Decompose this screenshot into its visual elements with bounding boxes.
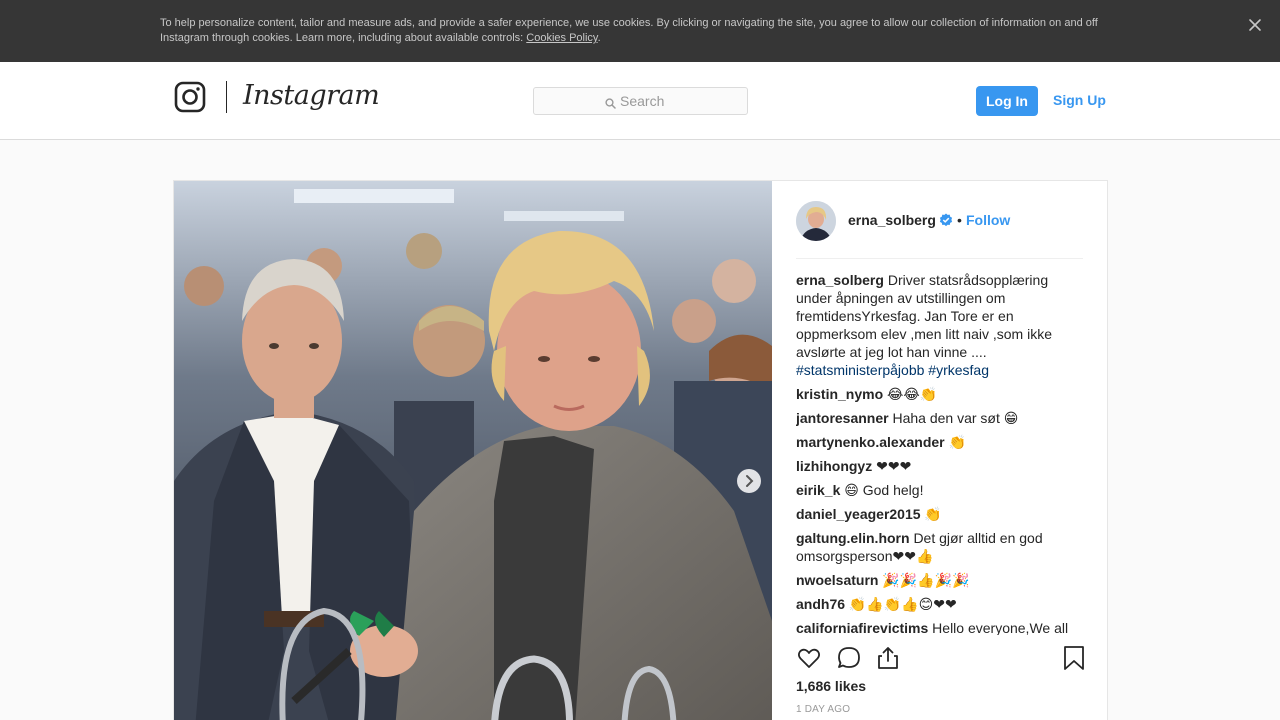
close-icon[interactable]	[1246, 16, 1264, 34]
cookie-banner: To help personalize content, tailor and …	[0, 0, 1280, 62]
caption: erna_solberg Driver statsrådsopplæring u…	[796, 271, 1083, 379]
comment-username[interactable]: californiafirevictims	[796, 620, 928, 635]
likes-count[interactable]: 1,686 likes	[796, 678, 866, 694]
comment-username[interactable]: jantoresanner	[796, 410, 889, 426]
next-photo-button[interactable]	[737, 469, 761, 493]
instagram-wordmark[interactable]: Instagram	[243, 80, 380, 111]
search-input[interactable]	[620, 92, 740, 110]
comment-item: nwoelsaturn 🎉🎉👍🎉🎉	[796, 571, 1083, 589]
comment-username[interactable]: kristin_nymo	[796, 386, 883, 402]
caption-username[interactable]: erna_solberg	[796, 272, 884, 288]
comment-username[interactable]: galtung.elin.horn	[796, 530, 910, 546]
comment-username[interactable]: martynenko.alexander	[796, 434, 945, 450]
follow-button[interactable]: Follow	[966, 212, 1010, 228]
cookie-suffix: .	[597, 32, 601, 44]
comment-username[interactable]: lizhihongyz	[796, 458, 872, 474]
search-icon	[605, 96, 616, 109]
search-box[interactable]	[533, 87, 748, 115]
cookie-text: To help personalize content, tailor and …	[160, 16, 1110, 46]
comment-username[interactable]: andh76	[796, 596, 845, 612]
avatar[interactable]	[796, 201, 836, 241]
bookmark-icon[interactable]	[1061, 645, 1087, 671]
comment-text: 👏	[924, 506, 942, 522]
verified-badge-icon	[939, 213, 953, 227]
comment-text: 😂😂👏	[887, 386, 938, 402]
hashtag[interactable]: #yrkesfag	[928, 362, 989, 378]
top-nav: Instagram Log In Sign Up	[0, 62, 1280, 140]
comment-item: jantoresanner Haha den var søt 😁	[796, 409, 1083, 427]
post-card: erna_solberg • Follow erna_solberg Drive…	[173, 180, 1108, 720]
sign-up-link[interactable]: Sign Up	[1053, 92, 1106, 108]
comment-item: lizhihongyz ❤❤❤	[796, 457, 1083, 475]
comment-username[interactable]: daniel_yeager2015	[796, 506, 921, 522]
comment-item: californiafirevictims Hello everyone,We …	[796, 619, 1083, 635]
cookie-message: To help personalize content, tailor and …	[160, 17, 1098, 44]
cookies-policy-link[interactable]: Cookies Policy	[526, 32, 597, 44]
comment-username[interactable]: nwoelsaturn	[796, 572, 878, 588]
comment-text: 👏	[948, 434, 966, 450]
comment-username[interactable]: eirik_k	[796, 482, 840, 498]
comments-list[interactable]: erna_solberg Driver statsrådsopplæring u…	[796, 271, 1083, 635]
logo-divider	[226, 81, 227, 113]
comment-icon[interactable]	[836, 645, 862, 671]
comment-item: galtung.elin.horn Det gjør alltid en god…	[796, 529, 1083, 565]
heart-icon[interactable]	[796, 645, 822, 671]
post-photo[interactable]	[174, 181, 772, 720]
post-timestamp[interactable]: 1 DAY AGO	[796, 704, 850, 715]
comment-item: eirik_k 😄 God helg!	[796, 481, 1083, 499]
share-icon[interactable]	[875, 645, 901, 671]
post-username[interactable]: erna_solberg	[848, 212, 936, 228]
log-in-button[interactable]: Log In	[976, 86, 1038, 116]
separator-dot: •	[957, 212, 962, 228]
comment-text: Hello everyone,We all	[932, 620, 1069, 635]
comment-item: kristin_nymo 😂😂👏	[796, 385, 1083, 403]
comment-text: ❤❤❤	[876, 458, 912, 474]
comment-item: daniel_yeager2015 👏	[796, 505, 1083, 523]
post-sidebar: erna_solberg • Follow erna_solberg Drive…	[772, 181, 1107, 720]
comment-text: 👏👍👏👍😊❤❤	[848, 596, 957, 612]
instagram-camera-icon[interactable]	[174, 81, 206, 113]
comment-text: 🎉🎉👍🎉🎉	[882, 572, 970, 588]
hashtag[interactable]: #statsministerpåjobb	[796, 362, 924, 378]
comment-item: martynenko.alexander 👏	[796, 433, 1083, 451]
comment-text: 😄 God helg!	[844, 482, 924, 498]
comment-text: Haha den var søt 😁	[892, 410, 1019, 426]
comment-item: andh76 👏👍👏👍😊❤❤	[796, 595, 1083, 613]
action-bar	[796, 645, 1084, 671]
post-header: erna_solberg • Follow	[796, 201, 1083, 259]
